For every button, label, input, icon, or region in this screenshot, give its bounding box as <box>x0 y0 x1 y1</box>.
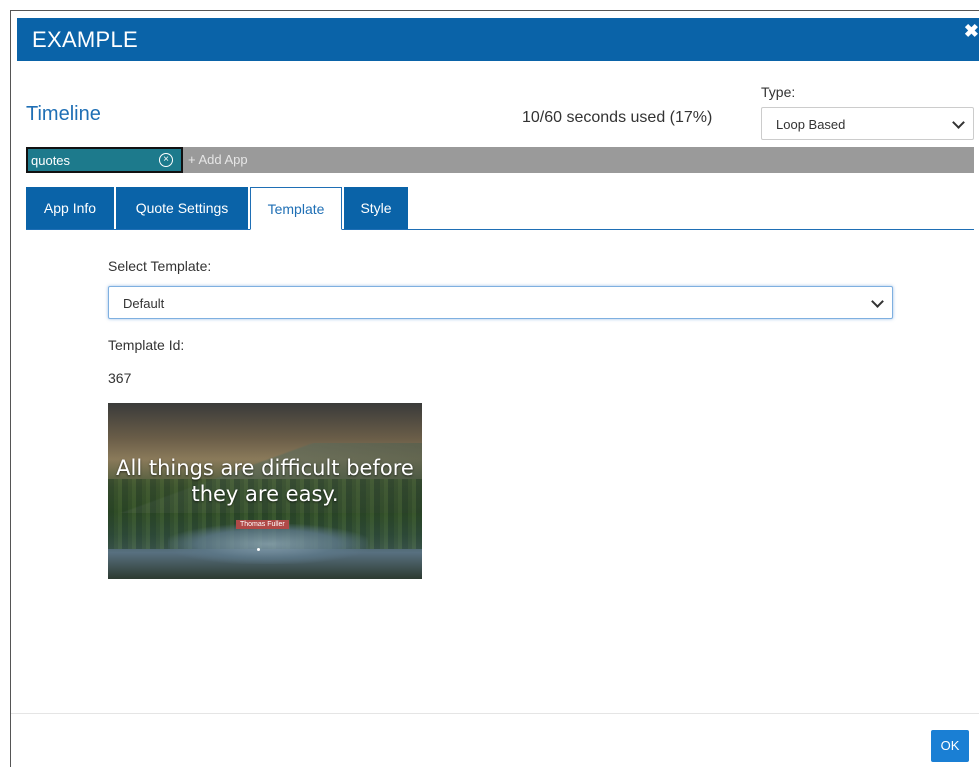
preview-dot <box>257 548 260 551</box>
template-select[interactable]: Default <box>108 286 893 319</box>
timeline-title: Timeline <box>26 103 101 125</box>
footer-divider <box>11 713 979 714</box>
template-select-value: Default <box>123 296 165 311</box>
type-label: Type: <box>761 84 796 100</box>
app-chip-label: quotes <box>31 153 71 168</box>
app-bar: quotes × + Add App <box>26 147 974 173</box>
preview-author: Thomas Fuller <box>236 520 289 529</box>
type-select-value: Loop Based <box>776 117 846 132</box>
seconds-used-text: 10/60 seconds used (17%) <box>522 109 713 126</box>
tab-style[interactable]: Style <box>344 187 408 229</box>
select-template-label: Select Template: <box>108 258 212 274</box>
preview-quote: All things are difficult before they are… <box>116 456 414 506</box>
add-app-input[interactable]: + Add App <box>188 152 248 167</box>
template-id-value: 367 <box>108 370 132 386</box>
modal-title: EXAMPLE <box>32 27 139 52</box>
type-select[interactable]: Loop Based <box>761 107 974 140</box>
template-id-label: Template Id: <box>108 337 185 353</box>
app-chip-quotes[interactable]: quotes × <box>26 147 183 173</box>
tab-quote-settings[interactable]: Quote Settings <box>116 187 248 229</box>
river-layer <box>168 524 368 564</box>
template-preview-image: All things are difficult before they are… <box>108 403 422 579</box>
ok-button[interactable]: OK <box>931 730 969 762</box>
chevron-down-icon <box>871 295 884 308</box>
close-icon[interactable]: ✖ <box>964 22 979 40</box>
modal-header: EXAMPLE ✖ <box>17 18 979 61</box>
modal-dialog: EXAMPLE ✖ Timeline 10/60 seconds used (1… <box>10 10 979 767</box>
tab-bar: App Info Quote Settings Template Style <box>26 187 974 230</box>
tab-app-info[interactable]: App Info <box>26 187 114 229</box>
tab-template[interactable]: Template <box>250 187 342 230</box>
remove-app-icon[interactable]: × <box>159 153 173 167</box>
chevron-down-icon <box>952 116 965 129</box>
